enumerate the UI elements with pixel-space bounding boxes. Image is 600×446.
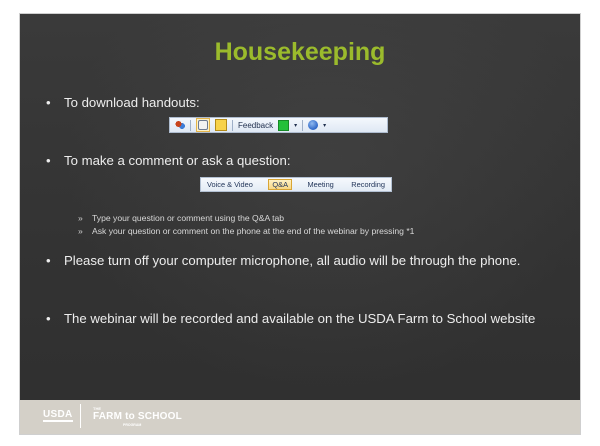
sub-bullet-marker: » xyxy=(78,213,83,223)
tab-qa[interactable]: Q&A xyxy=(268,179,292,190)
help-icon[interactable] xyxy=(308,120,319,130)
status-green-icon[interactable] xyxy=(278,119,290,131)
sub-bullet-text: Ask your question or comment on the phon… xyxy=(92,226,415,236)
webinar-toolbar-handouts: Feedback ▾ ▾ xyxy=(169,117,388,133)
slide: Housekeeping • To download handouts: Fee… xyxy=(20,14,580,434)
webinar-tab-bar: Voice & Video Q&A Meeting Recording xyxy=(200,177,392,192)
bullet-download-handouts: • To download handouts: xyxy=(46,94,556,111)
sub-bullet-text: Type your question or comment using the … xyxy=(92,213,285,223)
bullet-dot: • xyxy=(46,153,51,168)
sub-bullet-qa-tab: » Type your question or comment using th… xyxy=(78,213,558,224)
bullet-text: The webinar will be recorded and availab… xyxy=(64,311,536,326)
tab-voice-video[interactable]: Voice & Video xyxy=(205,180,255,189)
bullet-dot: • xyxy=(46,95,51,110)
bullet-dot: • xyxy=(46,253,51,268)
footer-divider xyxy=(80,404,81,428)
farm-to-school-logo: FARM to SCHOOL xyxy=(93,411,182,422)
chevron-down-icon[interactable]: ▾ xyxy=(323,122,326,129)
bullet-recording: • The webinar will be recorded and avail… xyxy=(46,310,556,327)
toolbar-separator xyxy=(190,119,191,131)
bullet-text: To download handouts: xyxy=(64,95,200,110)
bullet-ask-question: • To make a comment or ask a question: xyxy=(46,152,556,169)
tab-meeting[interactable]: Meeting xyxy=(306,180,336,189)
chevron-down-icon[interactable]: ▾ xyxy=(294,122,297,129)
tab-recording[interactable]: Recording xyxy=(349,180,387,189)
bullet-dot: • xyxy=(46,311,51,326)
slide-footer: USDA THE FARM to SCHOOL PROGRAM xyxy=(20,400,580,434)
people-icon[interactable] xyxy=(175,120,185,130)
note-icon[interactable] xyxy=(215,119,227,131)
toolbar-separator xyxy=(302,119,304,131)
handouts-button[interactable] xyxy=(196,118,210,132)
bullet-text: Please turn off your computer microphone… xyxy=(64,253,521,268)
bullet-microphone: • Please turn off your computer micropho… xyxy=(46,252,556,269)
slide-title: Housekeeping xyxy=(214,38,386,66)
farm-to-school-logo-program: PROGRAM xyxy=(123,423,142,427)
sub-bullet-marker: » xyxy=(78,226,83,236)
sub-bullet-phone: » Ask your question or comment on the ph… xyxy=(78,226,558,237)
feedback-label[interactable]: Feedback xyxy=(238,121,273,130)
usda-logo: USDA xyxy=(43,409,73,422)
toolbar-separator xyxy=(232,119,233,131)
bullet-text: To make a comment or ask a question: xyxy=(64,153,291,168)
hand-icon xyxy=(198,120,208,130)
